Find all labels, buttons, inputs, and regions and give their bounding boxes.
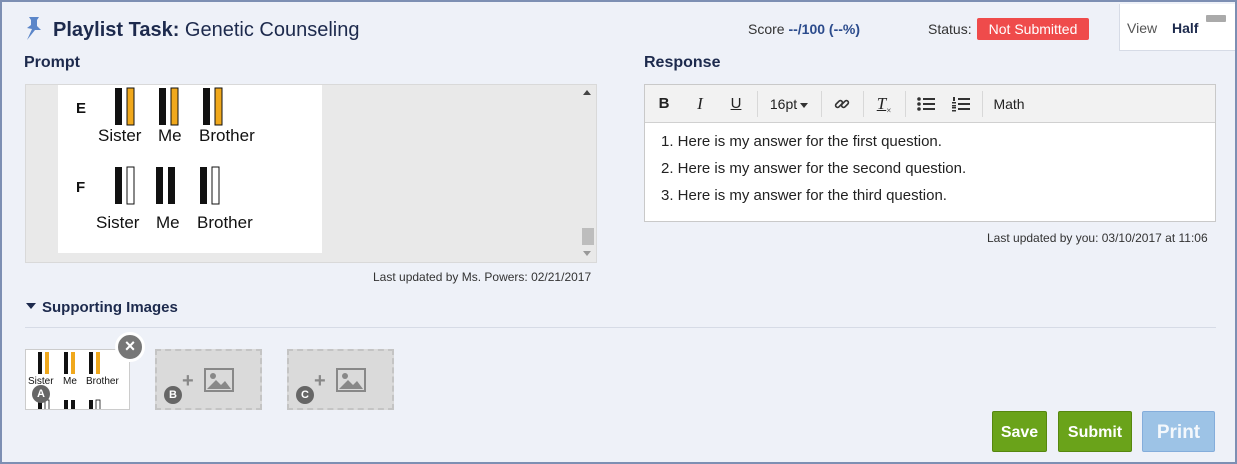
label-me-f: Me	[156, 213, 180, 232]
bullet-list-icon	[917, 97, 935, 111]
prompt-updated-text: Last updated by Ms. Powers: 02/21/2017	[373, 270, 592, 284]
response-updated-text: Last updated by you: 03/10/2017 at 11:06	[987, 231, 1208, 245]
toolbar-divider	[863, 91, 864, 117]
chromosome-pair-me-e	[159, 87, 179, 126]
response-editor[interactable]: B I U 16pt T× Math 1. Here is my answer …	[644, 84, 1216, 222]
italic-button[interactable]: I	[689, 85, 711, 123]
slot-label-a: A	[32, 385, 50, 403]
editor-toolbar: B I U 16pt T× Math	[645, 85, 1215, 123]
score-display: Score --/100 (--%)	[748, 21, 860, 37]
math-button[interactable]: Math	[991, 85, 1027, 123]
scroll-down-arrow-icon[interactable]	[583, 251, 591, 256]
toolbar-divider	[982, 91, 983, 117]
chromosome-pair-brother-f	[200, 166, 220, 205]
image-icon	[204, 368, 234, 392]
toolbar-divider	[757, 91, 758, 117]
task-panel: Playlist Task: Genetic Counseling Score …	[0, 0, 1237, 464]
chromosome-pair-sister-e	[115, 87, 135, 126]
section-divider	[25, 327, 1216, 328]
task-name: Genetic Counseling	[184, 19, 360, 41]
link-button[interactable]	[831, 85, 853, 123]
slot-label-c: C	[296, 386, 314, 404]
slot-label-b: B	[164, 386, 182, 404]
thumb-label-brother: Brother	[86, 376, 119, 387]
view-value[interactable]: Half	[1172, 20, 1198, 36]
prompt-viewer[interactable]: E Sister Me Brother F Sister Me Brother	[25, 84, 597, 263]
add-image-slot-b[interactable]: B +	[155, 349, 262, 410]
bold-button[interactable]: B	[653, 85, 675, 123]
chromosome-pair-sister-f	[115, 166, 135, 205]
save-button[interactable]: Save	[992, 411, 1047, 452]
plus-icon: +	[182, 370, 194, 392]
row-letter-f: F	[76, 179, 85, 196]
chevron-down-icon	[800, 102, 809, 108]
pushpin-icon	[27, 17, 41, 40]
answer-line: 3. Here is my answer for the third quest…	[661, 187, 947, 204]
link-icon	[834, 99, 850, 109]
answer-line: 1. Here is my answer for the first quest…	[661, 133, 942, 150]
chromosome-pair-me-f	[156, 167, 175, 204]
scroll-thumb[interactable]	[582, 228, 594, 245]
page-title: Playlist Task: Genetic Counseling	[53, 19, 359, 42]
prompt-image: E Sister Me Brother F Sister Me Brother	[58, 85, 322, 253]
row-letter-e: E	[76, 100, 86, 117]
thumb-label-me: Me	[63, 376, 77, 387]
scroll-up-arrow-icon[interactable]	[583, 90, 591, 95]
score-value: --/100 (--%)	[788, 21, 861, 37]
status-badge: Not Submitted	[977, 18, 1089, 40]
minimize-icon[interactable]	[1206, 15, 1226, 22]
prompt-scrollbar[interactable]	[580, 85, 596, 262]
status-label: Status:	[928, 21, 972, 37]
plus-icon: +	[314, 370, 326, 392]
answer-line: 2. Here is my answer for the second ques…	[661, 160, 967, 177]
font-size-value: 16pt	[769, 96, 798, 112]
image-icon	[336, 368, 366, 392]
label-sister-e: Sister	[98, 126, 142, 145]
supporting-images-label: Supporting Images	[42, 299, 178, 316]
numbered-list-icon	[952, 97, 970, 112]
submit-button[interactable]: Submit	[1058, 411, 1132, 452]
view-toggle[interactable]: View Half	[1119, 4, 1235, 51]
add-image-slot-c[interactable]: C +	[287, 349, 394, 410]
caret-down-icon	[26, 303, 36, 310]
toolbar-divider	[905, 91, 906, 117]
close-icon: ×	[124, 336, 136, 356]
label-sister-f: Sister	[96, 213, 140, 232]
label-brother-f: Brother	[197, 213, 253, 232]
title-prefix: Playlist Task:	[53, 19, 180, 41]
label-me-e: Me	[158, 126, 182, 145]
prompt-heading: Prompt	[24, 54, 80, 71]
label-brother-e: Brother	[199, 126, 255, 145]
font-size-dropdown[interactable]: 16pt	[767, 85, 811, 123]
chromosome-pair-brother-e	[203, 87, 223, 126]
bullet-list-button[interactable]	[915, 85, 937, 123]
view-label: View	[1127, 20, 1158, 36]
editor-content[interactable]: 1. Here is my answer for the first quest…	[645, 124, 1215, 221]
supporting-images-toggle[interactable]: Supporting Images	[26, 299, 178, 316]
remove-image-button[interactable]: ×	[115, 332, 145, 362]
pedigree-diagram: E Sister Me Brother F Sister Me Brother	[76, 87, 255, 232]
toolbar-divider	[821, 91, 822, 117]
underline-button[interactable]: U	[725, 85, 747, 123]
print-button[interactable]: Print	[1142, 411, 1215, 452]
response-heading: Response	[644, 54, 721, 71]
numbered-list-button[interactable]	[950, 85, 972, 123]
score-label: Score	[748, 21, 785, 37]
clear-formatting-button[interactable]: T×	[873, 85, 895, 123]
